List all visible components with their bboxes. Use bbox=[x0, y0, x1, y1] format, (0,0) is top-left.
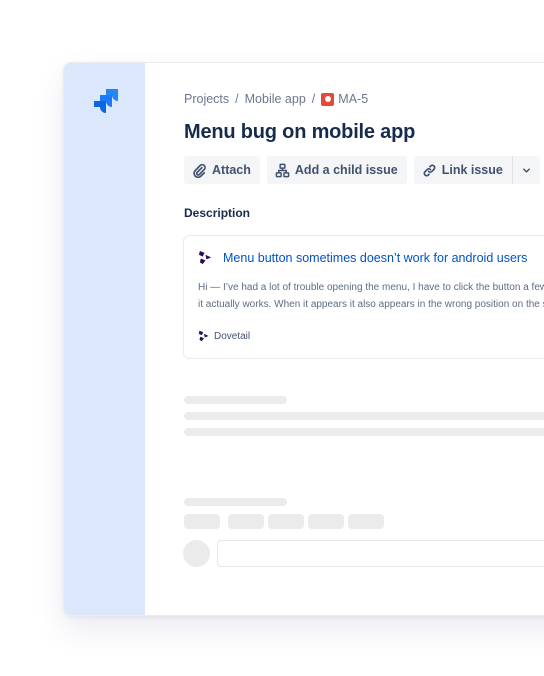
hierarchy-icon bbox=[275, 163, 290, 177]
attach-label: Attach bbox=[212, 163, 251, 177]
breadcrumb-separator: / bbox=[235, 92, 239, 106]
skeleton-line bbox=[184, 412, 544, 420]
app-window: Projects / Mobile app / MA-5 Menu bug on… bbox=[63, 62, 544, 616]
bug-issue-type-icon bbox=[321, 92, 335, 106]
skeleton-line bbox=[184, 428, 544, 436]
issue-view: Projects / Mobile app / MA-5 Menu bug on… bbox=[145, 63, 544, 615]
card-body-line: it actually works. When it appears it al… bbox=[198, 299, 544, 310]
chevron-down-icon bbox=[522, 167, 530, 173]
card-body-line: Hi — I’ve had a lot of trouble opening t… bbox=[198, 282, 544, 293]
link-issue-split-button: Link issue bbox=[413, 156, 540, 184]
skeleton-tab bbox=[228, 514, 264, 529]
skeleton-tab bbox=[184, 514, 220, 529]
link-issue-label: Link issue bbox=[441, 163, 503, 177]
breadcrumb-issue-key[interactable]: MA-5 bbox=[338, 92, 368, 106]
dovetail-smart-card[interactable]: Menu button sometimes doesn’t work for a… bbox=[183, 235, 544, 359]
breadcrumb: Projects / Mobile app / MA-5 bbox=[184, 92, 368, 106]
card-title-link[interactable]: Menu button sometimes doesn’t work for a… bbox=[223, 251, 527, 265]
jira-logo-icon[interactable] bbox=[90, 87, 120, 117]
breadcrumb-mobile-app[interactable]: Mobile app bbox=[245, 92, 306, 106]
skeleton-tab bbox=[268, 514, 304, 529]
breadcrumb-projects[interactable]: Projects bbox=[184, 92, 229, 106]
comment-input[interactable] bbox=[217, 540, 544, 567]
add-child-issue-button[interactable]: Add a child issue bbox=[266, 156, 407, 184]
skeleton-line bbox=[184, 396, 287, 404]
link-icon bbox=[423, 164, 436, 176]
paperclip-icon bbox=[193, 163, 206, 178]
link-issue-dropdown-button[interactable] bbox=[513, 156, 540, 184]
skeleton-tab bbox=[348, 514, 384, 529]
card-body: Hi — I’ve had a lot of trouble opening t… bbox=[198, 279, 544, 313]
issue-title[interactable]: Menu bug on mobile app bbox=[184, 121, 415, 144]
attach-button[interactable]: Attach bbox=[184, 156, 260, 184]
description-label: Description bbox=[184, 206, 251, 220]
add-child-issue-label: Add a child issue bbox=[294, 163, 398, 177]
avatar-placeholder bbox=[183, 540, 210, 567]
link-issue-button[interactable]: Link issue bbox=[414, 156, 512, 184]
breadcrumb-separator: / bbox=[311, 92, 316, 106]
sidebar bbox=[64, 63, 145, 615]
card-source-label: Dovetail bbox=[214, 330, 251, 342]
card-source: Dovetail bbox=[198, 330, 250, 342]
dovetail-logo-icon bbox=[198, 330, 209, 342]
dovetail-logo-icon bbox=[198, 250, 212, 265]
skeleton-tab bbox=[308, 514, 344, 529]
card-header: Menu button sometimes doesn’t work for a… bbox=[198, 250, 527, 265]
issue-toolbar: Attach Add a child issue Link issue bbox=[184, 156, 544, 184]
skeleton-line bbox=[184, 498, 287, 506]
